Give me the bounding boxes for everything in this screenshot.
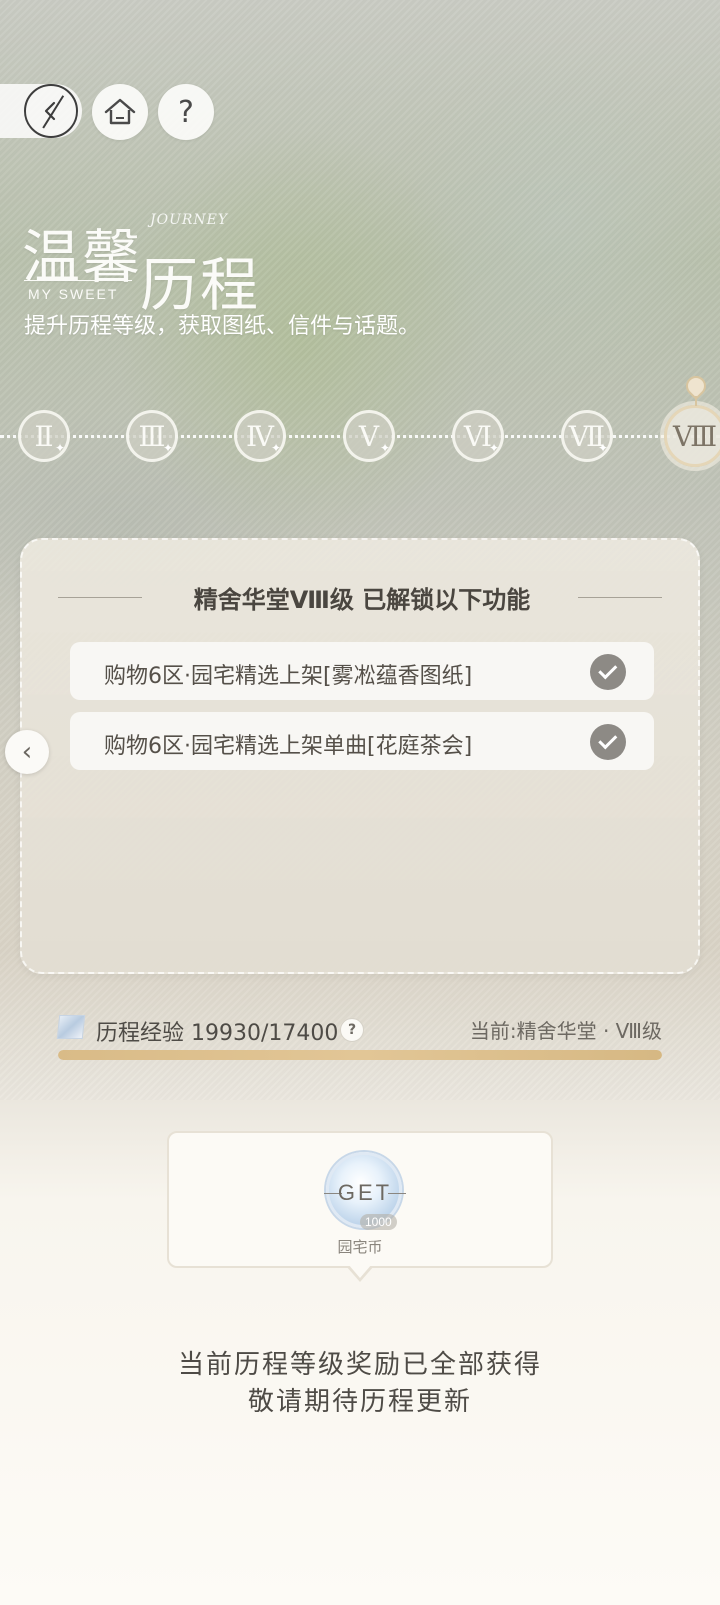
- reward-name: 园宅币: [337, 1238, 383, 1256]
- chevron-left-icon: ‹: [21, 737, 33, 767]
- home-button[interactable]: [92, 84, 148, 140]
- experience-progress-bar: [58, 1050, 662, 1060]
- help-icon: ?: [347, 1022, 357, 1038]
- check-icon: [590, 724, 626, 760]
- back-button[interactable]: [24, 84, 78, 138]
- level-label: Ⅵ: [463, 419, 493, 453]
- unlock-item-label: 购物6区·园宅精选上架[雾凇蕴香图纸]: [104, 664, 473, 689]
- unlock-item: 购物6区·园宅精选上架单曲[花庭茶会]: [70, 712, 654, 770]
- level-node[interactable]: Ⅶ ✦: [561, 410, 613, 462]
- previous-level-button[interactable]: ‹: [5, 730, 49, 774]
- completion-message: 当前历程等级奖励已全部获得: [177, 1350, 542, 1380]
- sparkle-icon: ✦: [162, 441, 173, 455]
- level-node[interactable]: Ⅲ ✦: [126, 410, 178, 462]
- sparkle-icon: ✦: [597, 441, 608, 455]
- sparkle-icon: ✦: [54, 441, 65, 455]
- page-title-script: JOURNEY: [150, 212, 229, 228]
- back-icon: [44, 101, 56, 121]
- level-label: Ⅳ: [246, 419, 274, 453]
- completion-submessage: 敬请期待历程更新: [247, 1387, 472, 1417]
- experience-help-button[interactable]: ?: [340, 1018, 364, 1042]
- help-icon: ?: [178, 94, 194, 130]
- help-button[interactable]: ?: [158, 84, 214, 140]
- page-subtitle: 提升历程等级，获取图纸、信件与话题。: [24, 314, 421, 339]
- divider: [578, 597, 662, 598]
- reward-obtained-badge: GET: [337, 1180, 393, 1205]
- page-title-en: MY SWEET: [28, 286, 119, 302]
- experience-progress-fill: [58, 1050, 662, 1060]
- level-node[interactable]: Ⅵ ✦: [452, 410, 504, 462]
- reward-card-tail-inner: [348, 1264, 372, 1278]
- reward-count: 1000: [360, 1214, 397, 1230]
- sparkle-icon: ✦: [379, 441, 390, 455]
- level-node-current[interactable]: Ⅷ: [664, 405, 720, 467]
- unlock-item: 购物6区·园宅精选上架[雾凇蕴香图纸]: [70, 642, 654, 700]
- current-level-text: 当前:精舍华堂 · Ⅷ级: [469, 1019, 662, 1043]
- level-node[interactable]: Ⅴ ✦: [343, 410, 395, 462]
- level-label: Ⅲ: [138, 419, 166, 453]
- experience-icon: [56, 1015, 86, 1039]
- sparkle-icon: ✦: [270, 441, 281, 455]
- level-node[interactable]: Ⅳ ✦: [234, 410, 286, 462]
- level-label: Ⅴ: [358, 419, 380, 453]
- level-label: Ⅷ: [672, 419, 718, 453]
- level-node[interactable]: Ⅱ ✦: [18, 410, 70, 462]
- experience-label: 历程经验 19930/17400: [96, 1021, 339, 1046]
- location-pin-stem: [695, 396, 697, 406]
- page-title-line1: 温馨: [22, 223, 143, 291]
- home-icon: [104, 98, 136, 125]
- sparkle-icon: ✦: [488, 441, 499, 455]
- unlock-panel: 精舍华堂Ⅷ级 已解锁以下功能 购物6区·园宅精选上架[雾凇蕴香图纸] 购物6区·…: [20, 538, 700, 974]
- unlock-item-label: 购物6区·园宅精选上架单曲[花庭茶会]: [104, 734, 473, 759]
- level-label: Ⅱ: [34, 419, 54, 453]
- check-icon: [590, 654, 626, 690]
- title-divider: [24, 280, 132, 281]
